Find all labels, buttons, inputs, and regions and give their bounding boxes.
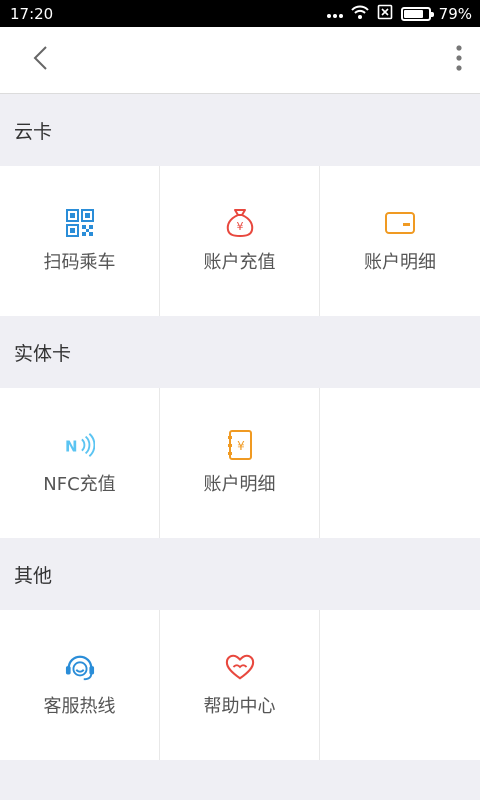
nfc-recharge-label: NFC充值: [43, 474, 116, 495]
scan-ride-button[interactable]: 扫码乘车: [0, 166, 160, 316]
grid-cloud-card: 扫码乘车 ¥ 账户充值 账户明细: [0, 166, 480, 316]
battery-icon: [400, 6, 434, 21]
empty-cell: [320, 388, 480, 538]
scan-ride-label: 扫码乘车: [43, 252, 116, 273]
money-bag-icon: ¥: [225, 208, 255, 238]
section-header-cloud-card: 云卡: [14, 120, 53, 143]
navbar: [0, 27, 480, 94]
qrcode-icon: [65, 208, 95, 238]
account-detail-label: 账户明细: [364, 252, 436, 273]
heart-hands-icon: [225, 652, 255, 682]
nfc-recharge-button[interactable]: N NFC充值: [0, 388, 160, 538]
grid-other: 客服热线 帮助中心: [0, 610, 480, 760]
grid-physical-card: N NFC充值 ¥ 账户明细: [0, 388, 480, 538]
card-icon: [385, 208, 415, 238]
chevron-left-icon: [32, 45, 48, 75]
help-center-button[interactable]: 帮助中心: [160, 610, 320, 760]
more-vertical-icon: [456, 45, 462, 75]
customer-hotline-label: 客服热线: [43, 696, 116, 717]
physical-account-detail-label: 账户明细: [203, 474, 276, 495]
section-header-other: 其他: [14, 564, 53, 587]
svg-text:N: N: [65, 438, 78, 456]
wifi-icon: [350, 5, 369, 23]
svg-text:¥: ¥: [236, 220, 243, 233]
help-center-label: 帮助中心: [203, 696, 276, 717]
more-button[interactable]: [422, 40, 462, 80]
status-bar: 17:20 79%: [0, 0, 480, 27]
physical-account-detail-button[interactable]: ¥ 账户明细: [160, 388, 320, 538]
status-time: 17:20: [10, 4, 54, 23]
customer-hotline-button[interactable]: 客服热线: [0, 610, 160, 760]
account-detail-button[interactable]: 账户明细: [320, 166, 480, 316]
battery-percent: 79%: [438, 4, 472, 23]
account-recharge-label: 账户充值: [203, 252, 276, 273]
nfc-icon: N: [65, 430, 95, 460]
svg-text:¥: ¥: [237, 439, 245, 453]
back-button[interactable]: [20, 40, 60, 80]
account-recharge-button[interactable]: ¥ 账户充值: [160, 166, 320, 316]
status-icons: 79%: [326, 4, 472, 24]
receipt-icon: ¥: [225, 430, 255, 460]
section-header-physical-card: 实体卡: [14, 342, 72, 365]
no-sim-icon: [377, 4, 393, 24]
headset-icon: [65, 652, 95, 682]
more-notifications-icon: [326, 5, 343, 23]
empty-cell: [320, 610, 480, 760]
